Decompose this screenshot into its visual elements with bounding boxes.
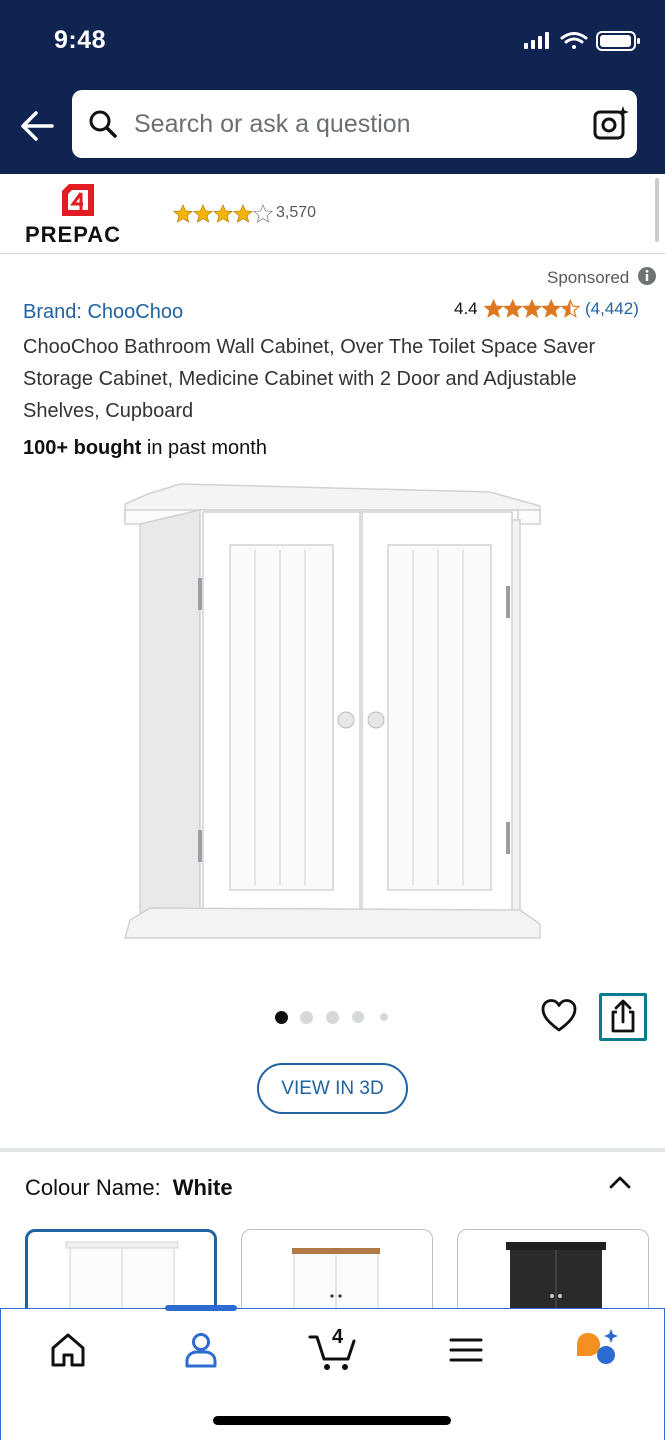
search-icon [89, 110, 117, 138]
colour-label: Colour Name: [25, 1175, 161, 1200]
colour-value: White [172, 1175, 233, 1200]
prepac-logo-icon [62, 184, 94, 216]
camera-lens-icon[interactable] [592, 104, 630, 142]
account-icon[interactable] [176, 1325, 226, 1375]
carousel-dot[interactable] [380, 1013, 388, 1021]
back-arrow-icon[interactable] [16, 104, 60, 148]
home-icon[interactable] [43, 1325, 93, 1375]
heart-icon[interactable] [540, 998, 578, 1034]
sponsored-text: Sponsored [547, 268, 630, 287]
rufus-icon[interactable] [573, 1325, 623, 1375]
signal-icon [524, 32, 549, 49]
battery-icon [596, 31, 640, 51]
carousel-dot-active[interactable] [275, 1011, 288, 1024]
ad-brand-name: PREPAC [25, 222, 122, 247]
bought-in-past-month: 100+ bought in past month [23, 437, 267, 460]
cart-count: 4 [332, 1326, 344, 1348]
ad-stars-icon [173, 204, 273, 223]
sponsored-brand-banner[interactable]: PREPAC 3,570 [0, 174, 665, 254]
carousel-dot[interactable] [352, 1011, 364, 1023]
view-in-3d-button[interactable]: VIEW IN 3D [257, 1063, 408, 1114]
sponsored-label[interactable]: Sponsored [547, 266, 657, 288]
bought-count: 100+ bought [23, 437, 142, 459]
ad-rating-count: 3,570 [276, 204, 317, 221]
status-icons [524, 31, 640, 51]
section-divider [0, 1148, 665, 1152]
wifi-icon [560, 32, 588, 49]
colour-name-row[interactable]: Colour Name: White [25, 1175, 233, 1201]
share-button[interactable] [599, 993, 647, 1041]
rating-value: 4.4 [454, 299, 478, 318]
home-indicator [213, 1416, 451, 1425]
rating-stars-icon[interactable] [484, 299, 580, 319]
product-image[interactable] [120, 480, 545, 950]
selected-tab-indicator [165, 1305, 237, 1311]
share-icon [611, 999, 635, 1033]
menu-icon[interactable] [441, 1325, 491, 1375]
cart-button[interactable]: 4 [306, 1325, 362, 1375]
brand-link[interactable]: Brand: ChooChoo [23, 301, 183, 324]
search-placeholder: Search or ask a question [134, 110, 411, 138]
product-title: ChooChoo Bathroom Wall Cabinet, Over The… [23, 336, 596, 422]
chevron-up-icon[interactable] [607, 1172, 633, 1192]
app-header: 9:48 Search or ask a question [0, 0, 665, 174]
info-icon[interactable] [637, 266, 657, 286]
banner-scrollbar[interactable] [655, 178, 659, 242]
carousel-dot[interactable] [326, 1011, 339, 1024]
bought-suffix: in past month [141, 437, 267, 459]
rating-count-link[interactable]: (4,442) [585, 299, 639, 319]
carousel-dot[interactable] [300, 1011, 313, 1024]
search-input[interactable]: Search or ask a question [72, 90, 637, 158]
status-time: 9:48 [54, 26, 107, 54]
